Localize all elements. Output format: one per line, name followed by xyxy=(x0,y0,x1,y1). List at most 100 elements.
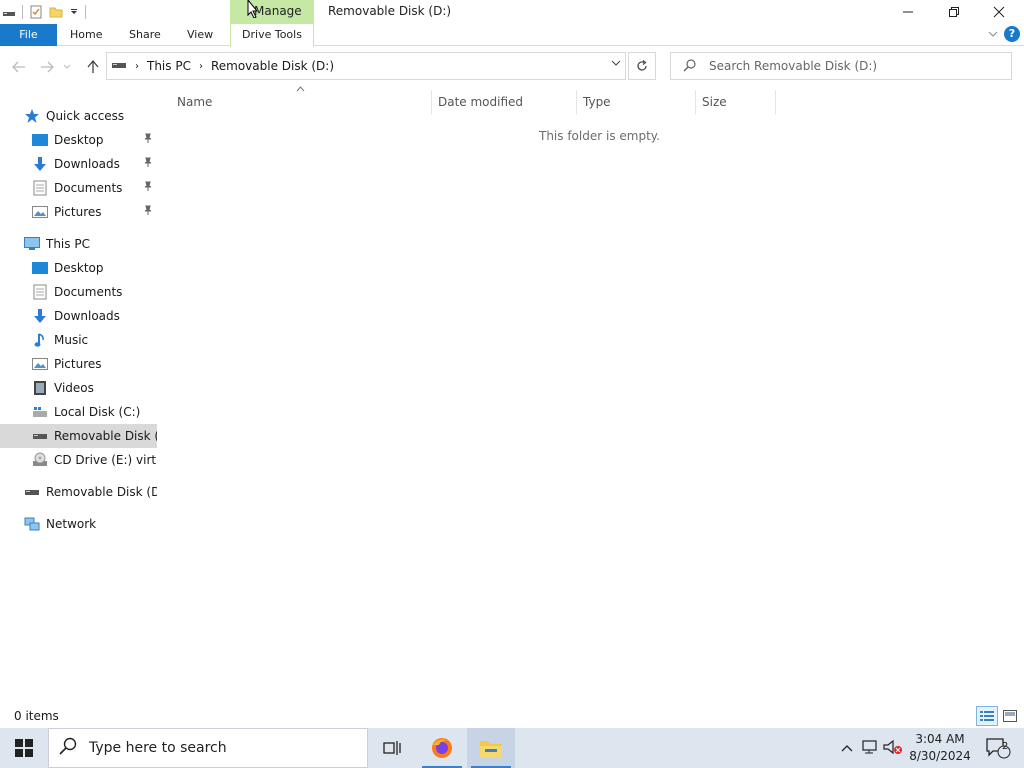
document-icon xyxy=(32,180,48,196)
nav-label: Removable Disk (D:) xyxy=(46,485,157,499)
music-icon xyxy=(32,332,48,348)
search-icon xyxy=(683,58,697,76)
large-icons-view-button[interactable] xyxy=(999,706,1021,726)
nav-quick-downloads[interactable]: Downloads xyxy=(0,152,157,176)
nav-quick-pictures[interactable]: Pictures xyxy=(0,200,157,224)
system-tray xyxy=(838,728,904,768)
search-icon xyxy=(59,737,79,759)
taskbar-search-placeholder: Type here to search xyxy=(89,740,227,756)
tab-home[interactable]: Home xyxy=(60,24,112,46)
column-name[interactable]: Name xyxy=(177,90,431,114)
ribbon-controls: ? xyxy=(988,26,1020,42)
minimize-button[interactable] xyxy=(885,0,931,24)
recent-locations-button[interactable] xyxy=(61,57,73,77)
taskbar-search-box[interactable]: Type here to search xyxy=(48,728,368,768)
restore-button[interactable] xyxy=(931,0,977,24)
search-input[interactable] xyxy=(709,57,999,75)
nav-pc-desktop[interactable]: Desktop xyxy=(0,256,157,280)
drive-icon xyxy=(24,484,40,500)
nav-pc-removable-disk-d[interactable]: Removable Disk (D:) xyxy=(0,424,157,448)
show-hidden-icons-button[interactable] xyxy=(838,741,856,755)
windows-logo-icon xyxy=(15,739,33,757)
breadcrumb-this-pc[interactable]: This PC xyxy=(147,59,191,73)
title-bar: Manage Removable Disk (D:) xyxy=(0,0,1024,24)
tab-view[interactable]: View xyxy=(177,24,223,46)
drive-icon[interactable] xyxy=(2,5,16,19)
nav-quick-access[interactable]: Quick access xyxy=(0,104,157,128)
new-folder-icon[interactable] xyxy=(49,5,63,19)
navigation-pane: Quick access Desktop Downloads Documents… xyxy=(0,104,157,704)
nav-pc-videos[interactable]: Videos xyxy=(0,376,157,400)
cd-drive-icon xyxy=(32,452,48,468)
toolbar-divider xyxy=(22,5,23,19)
column-size[interactable]: Size xyxy=(702,90,775,114)
file-explorer-taskbar-button[interactable] xyxy=(467,728,515,768)
pictures-icon xyxy=(32,204,48,220)
volume-muted-icon[interactable] xyxy=(882,739,904,758)
customize-toolbar-icon[interactable] xyxy=(69,5,79,19)
firefox-icon xyxy=(432,738,452,758)
empty-folder-message: This folder is empty. xyxy=(539,129,660,143)
nav-pc-local-disk-c[interactable]: Local Disk (C:) xyxy=(0,400,157,424)
clock[interactable]: 3:04 AM 8/30/2024 xyxy=(902,731,978,765)
nav-this-pc[interactable]: This PC xyxy=(0,232,157,256)
clock-date: 8/30/2024 xyxy=(909,749,971,763)
task-view-button[interactable] xyxy=(368,728,416,768)
breadcrumb-removable-disk[interactable]: Removable Disk (D:) xyxy=(211,59,334,73)
forward-button[interactable] xyxy=(37,57,57,77)
column-divider[interactable] xyxy=(576,90,577,114)
tab-share[interactable]: Share xyxy=(119,24,171,46)
details-view-button[interactable] xyxy=(976,706,998,726)
nav-label: Downloads xyxy=(54,309,120,323)
refresh-button[interactable] xyxy=(628,52,656,80)
download-icon xyxy=(32,308,48,324)
firefox-taskbar-button[interactable] xyxy=(418,728,466,768)
column-divider[interactable] xyxy=(431,90,432,114)
nav-label: Desktop xyxy=(54,133,104,147)
hard-drive-icon xyxy=(32,404,48,420)
help-button[interactable]: ? xyxy=(1004,26,1020,42)
ribbon-tabs: File Home Share View Drive Tools ? xyxy=(0,24,1024,47)
column-type[interactable]: Type xyxy=(583,90,695,114)
toolbar-divider xyxy=(85,5,86,19)
pin-icon xyxy=(143,181,153,194)
network-icon[interactable] xyxy=(860,739,882,758)
up-button[interactable] xyxy=(83,57,103,77)
tab-file[interactable]: File xyxy=(0,24,57,46)
properties-icon[interactable] xyxy=(29,5,43,19)
nav-label: Desktop xyxy=(54,261,104,275)
start-button[interactable] xyxy=(0,728,48,768)
nav-pc-pictures[interactable]: Pictures xyxy=(0,352,157,376)
nav-pc-cd-drive-e[interactable]: CD Drive (E:) virtio-win xyxy=(0,448,157,472)
nav-removable-disk-d[interactable]: Removable Disk (D:) xyxy=(0,480,157,504)
breadcrumb-separator[interactable]: › xyxy=(135,61,139,72)
address-bar[interactable]: › This PC › Removable Disk (D:) xyxy=(106,52,626,80)
drive-icon xyxy=(32,428,48,444)
nav-network[interactable]: Network xyxy=(0,512,157,536)
action-center-button[interactable]: 2 xyxy=(978,728,1018,768)
back-button[interactable] xyxy=(9,57,29,77)
close-button[interactable] xyxy=(976,0,1022,24)
address-dropdown-icon[interactable] xyxy=(611,58,621,71)
task-view-icon xyxy=(383,741,401,755)
nav-label: Quick access xyxy=(46,109,125,123)
column-divider[interactable] xyxy=(695,90,696,114)
drive-icon xyxy=(111,59,127,73)
search-box[interactable] xyxy=(670,52,1012,80)
nav-label: Downloads xyxy=(54,157,120,171)
breadcrumb-separator[interactable]: › xyxy=(199,61,203,72)
nav-pc-documents[interactable]: Documents xyxy=(0,280,157,304)
tab-drive-tools[interactable]: Drive Tools xyxy=(230,24,314,47)
nav-label: Music xyxy=(54,333,89,347)
nav-pc-downloads[interactable]: Downloads xyxy=(0,304,157,328)
nav-quick-desktop[interactable]: Desktop xyxy=(0,128,157,152)
column-date-modified[interactable]: Date modified xyxy=(438,90,576,114)
navigation-bar: › This PC › Removable Disk (D:) xyxy=(0,47,1024,87)
nav-label: Removable Disk (D:) xyxy=(54,429,157,443)
nav-quick-documents[interactable]: Documents xyxy=(0,176,157,200)
taskbar: Type here to search 3:04 AM 8/30/2024 2 xyxy=(0,728,1024,768)
expand-ribbon-icon[interactable] xyxy=(988,29,998,39)
column-divider[interactable] xyxy=(775,90,776,114)
notification-count: 2 xyxy=(1002,741,1009,752)
nav-pc-music[interactable]: Music xyxy=(0,328,157,352)
